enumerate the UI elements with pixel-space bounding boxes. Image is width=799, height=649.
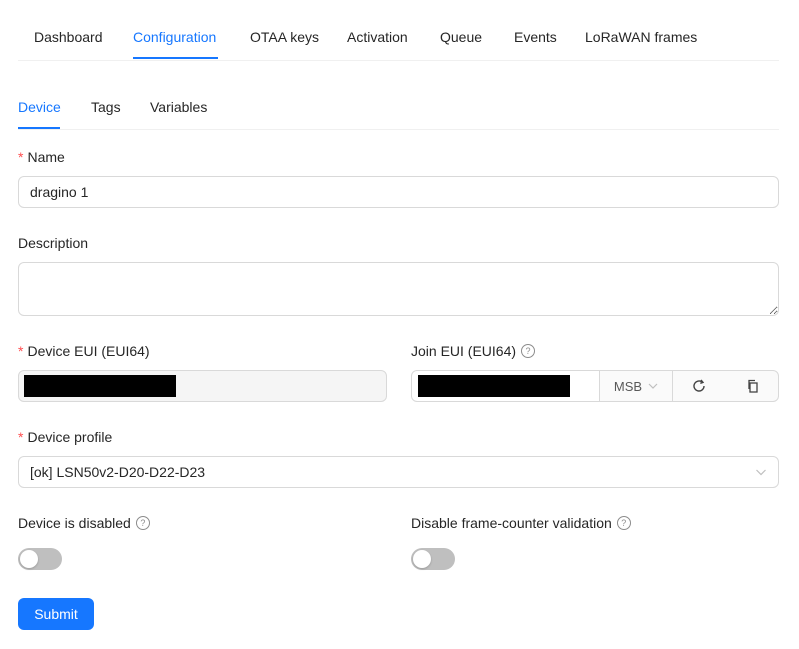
required-mark: * xyxy=(18,429,24,445)
join-eui-label: Join EUI (EUI64) ? xyxy=(411,342,536,360)
tab-otaa-keys[interactable]: OTAA keys xyxy=(250,28,319,46)
tab-queue[interactable]: Queue xyxy=(440,28,482,46)
refresh-button[interactable] xyxy=(672,371,726,401)
byte-order-select[interactable]: MSB xyxy=(600,371,673,401)
tab-activation[interactable]: Activation xyxy=(347,28,408,46)
required-mark: * xyxy=(18,149,24,165)
tab-dashboard[interactable]: Dashboard xyxy=(34,28,103,46)
refresh-icon xyxy=(693,379,705,392)
subtab-device[interactable]: Device xyxy=(18,98,61,116)
join-eui-addons: MSB xyxy=(599,370,779,402)
device-profile-select[interactable]: [ok] LSN50v2-D20-D22-D23 xyxy=(18,456,779,488)
tab-configuration[interactable]: Configuration xyxy=(133,28,216,46)
active-subtab-indicator xyxy=(18,127,60,129)
device-disabled-switch[interactable] xyxy=(18,548,62,570)
subtab-variables[interactable]: Variables xyxy=(150,98,207,116)
question-circle-icon[interactable]: ? xyxy=(616,516,631,530)
device-disabled-label: Device is disabled ? xyxy=(18,514,150,532)
description-textarea[interactable] xyxy=(18,262,779,316)
redacted-device-eui xyxy=(24,375,176,397)
switch-knob xyxy=(413,550,431,568)
tab-events[interactable]: Events xyxy=(514,28,557,46)
sub-tab-bar: Device Tags Variables xyxy=(18,60,779,130)
copy-icon xyxy=(748,379,758,393)
disable-fcnt-label: Disable frame-counter validation ? xyxy=(411,514,631,532)
tab-lorawan-frames[interactable]: LoRaWAN frames xyxy=(585,28,697,46)
switch-knob xyxy=(20,550,38,568)
required-mark: * xyxy=(18,343,24,359)
active-tab-indicator xyxy=(133,57,218,59)
copy-button[interactable] xyxy=(726,371,780,401)
disable-fcnt-switch[interactable] xyxy=(411,548,455,570)
top-tab-bar: Dashboard Configuration OTAA keys Activa… xyxy=(18,0,779,61)
subtab-tags[interactable]: Tags xyxy=(91,98,121,116)
chevron-down-icon xyxy=(648,383,658,389)
name-input[interactable]: dragino 1 xyxy=(18,176,779,208)
description-label: Description xyxy=(18,235,89,251)
chevron-down-icon xyxy=(756,469,766,476)
question-circle-icon[interactable]: ? xyxy=(521,344,536,358)
device-eui-label: * Device EUI (EUI64) xyxy=(18,343,150,359)
redacted-join-eui xyxy=(418,375,570,397)
question-circle-icon[interactable]: ? xyxy=(135,516,150,530)
device-profile-label: * Device profile xyxy=(18,429,113,445)
submit-button[interactable]: Submit xyxy=(18,598,94,630)
name-label: * Name xyxy=(18,149,65,165)
